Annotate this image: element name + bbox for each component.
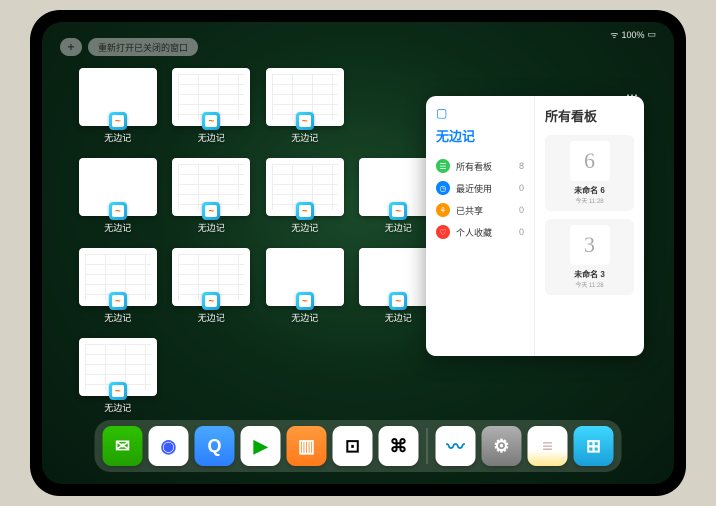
window-thumb[interactable]: 无边记 — [78, 158, 158, 234]
sidebar-toggle-icon[interactable]: ▢ — [436, 106, 524, 120]
dock: ✉◉Q▶▥⊡⌘ 〰⚙≡⊞ — [95, 420, 622, 472]
window-label: 无边记 — [291, 311, 318, 324]
dock-dice-icon[interactable]: ⊡ — [333, 426, 373, 466]
sidebar-item-count: 0 — [519, 183, 524, 193]
dock-settings-icon[interactable]: ⚙ — [482, 426, 522, 466]
board-name: 未命名 6 — [551, 185, 628, 196]
dock-freeform-icon[interactable]: 〰 — [436, 426, 476, 466]
window-menu-button[interactable]: ⋯ — [626, 88, 640, 102]
freeform-app-icon — [296, 292, 314, 310]
board-preview: 3 — [570, 225, 610, 265]
add-window-button[interactable]: + — [60, 38, 82, 56]
window-label: 无边记 — [291, 221, 318, 234]
board-time: 今天 11:28 — [551, 196, 628, 205]
thumb-preview — [79, 68, 157, 126]
thumb-preview — [266, 68, 344, 126]
sidebar-item-count: 0 — [519, 205, 524, 215]
window-grid: 无边记无边记无边记无边记无边记无边记无边记无边记无边记无边记无边记无边记 — [78, 68, 438, 414]
window-thumb[interactable]: 无边记 — [78, 338, 158, 414]
screen: ᯤ 100% ▭ + 重新打开已关闭的窗口 无边记无边记无边记无边记无边记无边记… — [42, 22, 674, 484]
ipad-frame: ᯤ 100% ▭ + 重新打开已关闭的窗口 无边记无边记无边记无边记无边记无边记… — [30, 10, 686, 496]
board-card[interactable]: 6 未命名 6今天 11:28 — [545, 135, 634, 211]
dock-play-icon[interactable]: ▶ — [241, 426, 281, 466]
dock-books-icon[interactable]: ▥ — [287, 426, 327, 466]
sidebar-item[interactable]: ♡ 个人收藏 0 — [436, 221, 524, 243]
window-label: 无边记 — [198, 221, 225, 234]
window-thumb[interactable]: 无边记 — [78, 68, 158, 144]
freeform-app-icon — [296, 112, 314, 130]
freeform-app-icon — [109, 202, 127, 220]
window-thumb[interactable]: 无边记 — [172, 158, 252, 234]
freeform-app-icon — [202, 112, 220, 130]
freeform-app-icon — [109, 292, 127, 310]
window-thumb[interactable]: 无边记 — [78, 248, 158, 324]
board-card[interactable]: 3 未命名 3今天 11:28 — [545, 219, 634, 295]
window-thumb[interactable]: 无边记 — [172, 68, 252, 144]
thumb-preview — [172, 158, 250, 216]
thumb-preview — [172, 248, 250, 306]
status-bar: ᯤ 100% ▭ — [610, 28, 656, 41]
stage-manager-topbar: + 重新打开已关闭的窗口 — [60, 38, 198, 56]
sidebar-item[interactable]: ◷ 最近使用 0 — [436, 177, 524, 199]
board-name: 未命名 3 — [551, 269, 628, 280]
thumb-preview — [79, 248, 157, 306]
sidebar-item-label: 已共享 — [456, 204, 483, 217]
battery-label: 100% — [621, 30, 644, 40]
window-thumb[interactable]: 无边记 — [172, 248, 252, 324]
freeform-app-icon — [109, 112, 127, 130]
sidebar-item-icon: ⚘ — [436, 203, 450, 217]
freeform-app-icon — [202, 202, 220, 220]
sidebar: ▢ 无边记 ☰ 所有看板 8 ◷ 最近使用 0 ⚘ 已共享 0 ♡ 个人收藏 0 — [426, 96, 535, 356]
sidebar-item-count: 0 — [519, 227, 524, 237]
content-area: 所有看板 6未命名 6今天 11:283未命名 3今天 11:28 — [535, 96, 644, 356]
board-preview: 6 — [570, 141, 610, 181]
reopen-closed-button[interactable]: 重新打开已关闭的窗口 — [88, 38, 198, 56]
dock-graph-icon[interactable]: ⌘ — [379, 426, 419, 466]
freeform-app-icon — [389, 202, 407, 220]
sidebar-item[interactable]: ⚘ 已共享 0 — [436, 199, 524, 221]
dock-folder-icon[interactable]: ⊞ — [574, 426, 614, 466]
freeform-app-icon — [389, 292, 407, 310]
thumb-preview — [79, 158, 157, 216]
sidebar-item-icon: ☰ — [436, 159, 450, 173]
dock-quark-icon[interactable]: ◉ — [149, 426, 189, 466]
app-title: 无边记 — [436, 126, 524, 145]
sidebar-item-label: 所有看板 — [456, 160, 492, 173]
thumb-preview — [172, 68, 250, 126]
window-thumb[interactable]: 无边记 — [265, 68, 345, 144]
sidebar-item-icon: ♡ — [436, 225, 450, 239]
freeform-app-icon — [296, 202, 314, 220]
freeform-app-icon — [202, 292, 220, 310]
wifi-icon: ᯤ — [610, 28, 618, 41]
sidebar-item-icon: ◷ — [436, 181, 450, 195]
freeform-app-window[interactable]: ⋯ ▢ 无边记 ☰所有看板8◷最近使用0⚘已共享0♡个人收藏0 所有看板 6未命… — [426, 96, 644, 356]
sidebar-item[interactable]: ☰ 所有看板 8 — [436, 155, 524, 177]
dock-separator — [427, 428, 428, 464]
sidebar-item-count: 8 — [519, 161, 524, 171]
section-title: 所有看板 — [545, 106, 634, 125]
window-label: 无边记 — [104, 401, 131, 414]
window-label: 无边记 — [104, 131, 131, 144]
window-thumb[interactable]: 无边记 — [265, 158, 345, 234]
window-label: 无边记 — [385, 311, 412, 324]
thumb-preview — [79, 338, 157, 396]
window-label: 无边记 — [291, 131, 318, 144]
window-label: 无边记 — [198, 311, 225, 324]
sidebar-item-label: 个人收藏 — [456, 226, 492, 239]
dock-wechat-icon[interactable]: ✉ — [103, 426, 143, 466]
battery-icon: ▭ — [647, 29, 656, 40]
dock-notes-icon[interactable]: ≡ — [528, 426, 568, 466]
window-label: 无边记 — [104, 221, 131, 234]
freeform-app-icon — [109, 382, 127, 400]
window-label: 无边记 — [104, 311, 131, 324]
window-thumb[interactable]: 无边记 — [265, 248, 345, 324]
thumb-preview — [266, 158, 344, 216]
thumb-preview — [266, 248, 344, 306]
window-label: 无边记 — [198, 131, 225, 144]
board-time: 今天 11:28 — [551, 280, 628, 289]
dock-browser-icon[interactable]: Q — [195, 426, 235, 466]
window-label: 无边记 — [385, 221, 412, 234]
sidebar-item-label: 最近使用 — [456, 182, 492, 195]
